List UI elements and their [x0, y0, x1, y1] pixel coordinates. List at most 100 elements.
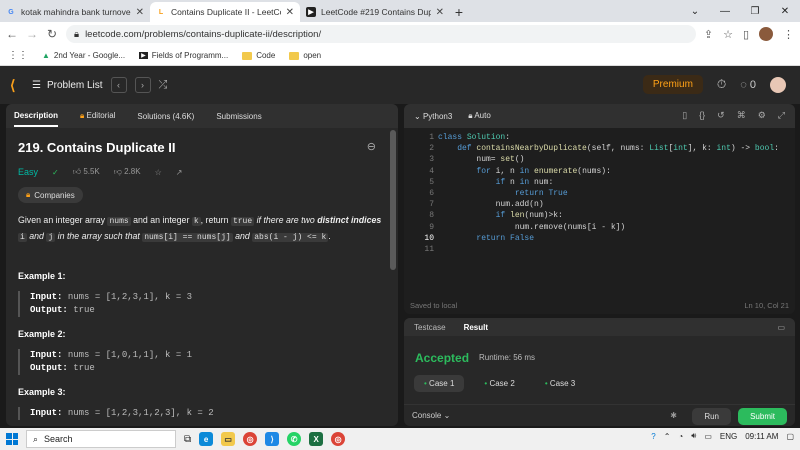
case-label: Case 1	[429, 379, 455, 388]
bookmark[interactable]: ▲ 2nd Year - Google...	[42, 51, 125, 60]
forward-icon[interactable]: →	[26, 27, 38, 41]
avatar[interactable]	[770, 76, 786, 93]
reload-icon[interactable]: ↻	[46, 27, 58, 41]
bookmark-icon[interactable]: ▯	[682, 110, 687, 121]
case-tab[interactable]: • Case 1	[414, 375, 465, 392]
avatar[interactable]	[759, 27, 773, 41]
minimize-button[interactable]: —	[710, 0, 740, 22]
problem-list-label: Problem List	[46, 79, 103, 91]
task-view-icon[interactable]: ⧉	[184, 434, 191, 445]
code-text[interactable]: class Solution: def containsNearbyDuplic…	[438, 132, 779, 244]
maximize-button[interactable]: ❐	[740, 0, 770, 22]
close-icon[interactable]: ✕	[136, 7, 144, 18]
chrome-icon[interactable]: ◎	[331, 432, 346, 446]
browser-tab-leetcode[interactable]: L Contains Duplicate II - LeetCode ✕	[150, 2, 300, 22]
case-tab[interactable]: • Case 2	[474, 375, 524, 392]
settings-icon[interactable]: ⚙	[758, 110, 766, 121]
difficulty-badge: Easy	[18, 167, 39, 177]
language-indicator[interactable]: ENG	[720, 432, 737, 441]
help-icon[interactable]: ?	[651, 432, 655, 441]
leetcode-logo[interactable]: ⟨	[10, 77, 24, 93]
window-controls: ⌄ — ❐ ✕	[680, 0, 800, 22]
scrollbar[interactable]	[390, 130, 396, 270]
editor-toolbar: ⌄ Python3 🔒︎ Auto ▯ {} ↺ ⌘ ⚙ ⤢	[404, 104, 795, 128]
problem-list-button[interactable]: ☰ Problem List	[32, 80, 103, 91]
star-icon[interactable]: ☆	[155, 168, 162, 177]
url-text: leetcode.com/problems/contains-duplicate…	[85, 28, 322, 40]
chevron-down-icon[interactable]: ⌄	[680, 0, 710, 22]
chevron-up-icon[interactable]: ⌃	[664, 432, 671, 441]
url-field[interactable]: 🔒︎ leetcode.com/problems/contains-duplic…	[66, 25, 696, 43]
back-icon[interactable]: ←	[6, 27, 18, 41]
timer-icon[interactable]: ⏱	[717, 77, 726, 92]
description-tabs: Description 🔒︎ Editorial Solutions (4.6K…	[6, 104, 398, 128]
debug-icon[interactable]: ✱	[670, 411, 677, 420]
companies-label: Companies	[34, 190, 75, 200]
new-tab-button[interactable]: +	[450, 2, 468, 22]
next-problem-button[interactable]: ›	[134, 77, 151, 93]
folder-icon	[242, 51, 253, 60]
tab-solutions[interactable]: Solutions (4.6K)	[137, 112, 194, 121]
browser-tab-google[interactable]: G kotak mahindra bank turnover - G ✕	[0, 2, 150, 22]
menu-icon[interactable]: ⋮	[783, 28, 794, 41]
console-button[interactable]: Console ⌄	[412, 411, 450, 420]
prev-problem-button[interactable]: ‹	[110, 77, 127, 93]
case-tab[interactable]: • Case 3	[535, 375, 585, 392]
close-icon[interactable]: ✕	[436, 7, 444, 18]
share-icon[interactable]: ↗	[176, 168, 183, 177]
dislike-button[interactable]: 👎︎ 2.8K	[114, 167, 141, 177]
battery-icon[interactable]: ▭	[704, 432, 712, 441]
language-select[interactable]: ⌄ Python3	[414, 112, 452, 121]
submit-button[interactable]: Submit	[738, 408, 787, 425]
braces-icon[interactable]: {}	[699, 110, 705, 121]
premium-button[interactable]: Premium	[642, 75, 703, 94]
reset-icon[interactable]: ↺	[717, 110, 725, 121]
mode-label: Auto	[474, 111, 491, 120]
bookmark[interactable]: open	[289, 51, 321, 60]
tab-submissions[interactable]: Submissions	[216, 112, 261, 121]
tab-title: kotak mahindra bank turnover - G	[21, 7, 131, 17]
result-panel: Testcase Result ▭ Accepted Runtime: 56 m…	[404, 318, 795, 426]
notification-icon[interactable]: ▢	[786, 432, 794, 441]
close-window-button[interactable]: ✕	[770, 0, 800, 22]
tab-result[interactable]: Result	[464, 323, 488, 332]
edge-icon[interactable]: e	[199, 432, 214, 446]
taskbar-search[interactable]: ⌕ Search	[26, 430, 176, 448]
tab-description[interactable]: Description	[14, 111, 59, 127]
collapse-icon[interactable]: ▭	[777, 323, 785, 332]
star-icon[interactable]: ☆	[723, 28, 733, 41]
windows-start-icon[interactable]	[6, 433, 18, 445]
desc-bold: distinct indices	[317, 215, 382, 225]
shortcut-icon[interactable]: ⌘	[737, 110, 746, 121]
bookmark[interactable]: Code	[242, 51, 275, 60]
explorer-icon[interactable]: ▭	[221, 432, 236, 446]
run-button[interactable]: Run	[692, 408, 731, 425]
bookmark[interactable]: ▶ Fields of Programm...	[139, 51, 228, 60]
share-icon[interactable]: ⇪	[704, 28, 713, 41]
example-block: Input: nums = [1,0,1,1], k = 1 Output: t…	[18, 349, 386, 375]
google-icon: G	[8, 8, 14, 16]
tab-label: Editorial	[86, 111, 116, 120]
companies-tag[interactable]: 🔒︎ Companies	[18, 187, 83, 203]
sidebar-icon[interactable]: ▯	[743, 28, 749, 41]
chrome-icon[interactable]: ◎	[243, 432, 258, 446]
vscode-icon[interactable]: ⟩	[265, 432, 280, 446]
tab-testcase[interactable]: Testcase	[414, 323, 446, 332]
code-editor[interactable]: ⌄ Python3 🔒︎ Auto ▯ {} ↺ ⌘ ⚙ ⤢ 123456789…	[404, 104, 795, 314]
description-panel: Description 🔒︎ Editorial Solutions (4.6K…	[6, 104, 398, 426]
volume-icon[interactable]: 🔊︎	[691, 431, 696, 441]
coins[interactable]: ◌ 0	[740, 79, 756, 91]
close-icon[interactable]: ✕	[286, 7, 294, 18]
autocomplete-toggle[interactable]: 🔒︎ Auto	[468, 111, 491, 121]
shuffle-icon[interactable]: ⤮	[159, 79, 168, 92]
clock[interactable]: 09:11 AM	[745, 432, 778, 441]
whatsapp-icon[interactable]: ✆	[287, 432, 302, 446]
like-button[interactable]: 👍︎ 5.5K	[73, 167, 100, 177]
tab-editorial[interactable]: 🔒︎ Editorial	[80, 111, 115, 121]
more-icon[interactable]: ⊖	[367, 140, 376, 153]
browser-tab-video[interactable]: ▶ LeetCode #219 Contains Duplicat ✕	[300, 2, 450, 22]
expand-icon[interactable]: ⤢	[778, 110, 785, 121]
apps-icon[interactable]: ⋮⋮	[8, 50, 28, 61]
network-icon[interactable]: ◔	[678, 432, 683, 441]
excel-icon[interactable]: X	[309, 432, 324, 446]
